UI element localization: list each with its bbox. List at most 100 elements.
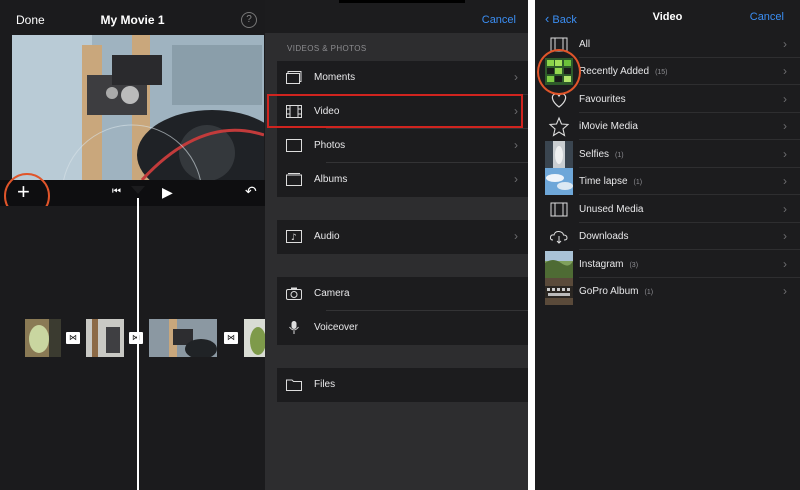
video-albums-panel: ‹ Back Video Cancel All › Recently Added…	[535, 0, 800, 490]
menu-item-label: Albums	[314, 174, 348, 185]
chevron-right-icon: ›	[783, 229, 787, 243]
menu-item-albums[interactable]: Albums ›	[277, 163, 528, 197]
time-lapse-thumbnail	[545, 168, 573, 195]
navigation-bar: ‹ Back Video Cancel	[535, 0, 800, 33]
divider	[579, 84, 800, 85]
album-item-downloads[interactable]: Downloads ›	[545, 223, 800, 250]
project-title: My Movie 1	[100, 13, 165, 27]
chevron-right-icon: ›	[783, 147, 787, 161]
album-item-all[interactable]: All ›	[545, 31, 800, 58]
divider	[579, 139, 800, 140]
chevron-right-icon: ›	[783, 202, 787, 216]
chevron-right-icon: ›	[514, 138, 518, 152]
photo-frame-icon	[286, 139, 302, 152]
menu-item-label: Photos	[314, 140, 346, 151]
album-label: Favourites	[579, 94, 626, 105]
albums-icon	[286, 173, 302, 186]
microphone-icon	[289, 321, 299, 334]
annotation-circle	[537, 49, 581, 95]
menu-item-label: Moments	[314, 72, 356, 83]
album-count: (3)	[629, 262, 639, 269]
folder-icon	[286, 379, 302, 391]
transition-icon[interactable]: ⋈	[224, 332, 238, 344]
chevron-right-icon: ›	[783, 64, 787, 78]
chevron-right-icon: ›	[783, 257, 787, 271]
album-item-favourites[interactable]: Favourites ›	[545, 86, 800, 113]
album-count: (1)	[633, 179, 643, 186]
menu-item-label: Files	[314, 379, 336, 390]
album-label: Selfies (1)	[579, 149, 624, 160]
cancel-button[interactable]: Cancel	[750, 11, 784, 23]
transition-icon[interactable]: ⋈	[66, 332, 80, 344]
album-count: (1)	[644, 289, 654, 296]
timeline-clip[interactable]	[244, 319, 265, 357]
device-notch	[339, 0, 465, 3]
chevron-right-icon: ›	[783, 92, 787, 106]
divider	[579, 194, 800, 195]
album-label: Instagram (3)	[579, 259, 639, 270]
star-icon	[548, 116, 570, 137]
menu-item-voiceover[interactable]: Voiceover	[277, 311, 528, 345]
top-bar: Cancel	[265, 0, 528, 33]
album-item-recently-added[interactable]: Recently Added (15) ›	[545, 58, 800, 85]
imovie-project-panel: Done My Movie 1 ? ⏮ ▶ ↶ + ⋈ ⋈ ⋈	[0, 0, 265, 490]
moments-icon	[286, 71, 302, 84]
preview-image	[12, 35, 264, 180]
album-count: (1)	[615, 152, 624, 159]
undo-icon[interactable]: ↶	[245, 183, 257, 200]
playhead-marker	[131, 186, 145, 194]
camera-icon	[286, 287, 302, 300]
chevron-right-icon: ›	[783, 37, 787, 51]
project-header: Done My Movie 1 ?	[0, 0, 265, 35]
highlight-box	[267, 94, 523, 128]
play-icon[interactable]: ▶	[162, 184, 173, 201]
gopro-thumbnail	[545, 278, 573, 305]
album-item-unused-media[interactable]: Unused Media ›	[545, 196, 800, 223]
chevron-right-icon: ›	[514, 229, 518, 243]
menu-item-moments[interactable]: Moments ›	[277, 61, 528, 95]
album-count: (15)	[655, 69, 668, 76]
help-icon[interactable]: ?	[241, 12, 257, 28]
album-item-instagram[interactable]: Instagram (3) ›	[545, 251, 800, 278]
menu-item-audio[interactable]: ♪ Audio ›	[277, 220, 528, 254]
album-label: Unused Media	[579, 204, 644, 215]
menu-item-camera[interactable]: Camera	[277, 277, 528, 311]
album-item-gopro[interactable]: GoPro Album (1) ›	[545, 278, 800, 305]
menu-item-label: Camera	[314, 288, 350, 299]
section-header: VIDEOS & PHOTOS	[287, 44, 367, 53]
cancel-button[interactable]: Cancel	[482, 14, 516, 26]
music-note-icon: ♪	[286, 230, 302, 243]
album-label: GoPro Album (1)	[579, 286, 654, 297]
instagram-thumbnail	[545, 251, 573, 278]
album-label: Downloads	[579, 231, 629, 242]
album-item-imovie-media[interactable]: iMovie Media ›	[545, 113, 800, 140]
timeline-clip[interactable]	[149, 319, 217, 357]
playhead[interactable]	[137, 198, 139, 490]
skip-to-start-icon[interactable]: ⏮	[112, 186, 121, 197]
album-label: Time lapse (1)	[579, 176, 643, 187]
timeline-clip[interactable]	[25, 319, 61, 357]
album-label: iMovie Media	[579, 121, 638, 132]
timeline-clip[interactable]	[86, 319, 124, 357]
chevron-right-icon: ›	[783, 174, 787, 188]
menu-item-label: Audio	[314, 231, 340, 242]
album-label: All	[579, 39, 591, 50]
media-source-panel: Cancel VIDEOS & PHOTOS Moments › Video ›…	[265, 0, 528, 490]
cloud-download-icon	[549, 230, 568, 244]
film-icon	[550, 202, 568, 217]
video-preview[interactable]	[12, 35, 264, 180]
menu-item-photos[interactable]: Photos ›	[277, 129, 528, 163]
chevron-right-icon: ›	[783, 284, 787, 298]
chevron-right-icon: ›	[514, 172, 518, 186]
selfies-thumbnail	[545, 141, 573, 168]
menu-item-label: Voiceover	[314, 322, 358, 333]
album-label: Recently Added (15)	[579, 66, 668, 77]
album-item-time-lapse[interactable]: Time lapse (1) ›	[545, 168, 800, 195]
album-item-selfies[interactable]: Selfies (1) ›	[545, 141, 800, 168]
chevron-right-icon: ›	[514, 70, 518, 84]
svg-text:♪: ♪	[291, 233, 297, 243]
menu-item-files[interactable]: Files	[277, 368, 528, 402]
transition-icon[interactable]: ⋈	[129, 332, 143, 344]
chevron-right-icon: ›	[783, 119, 787, 133]
divider	[579, 249, 800, 250]
